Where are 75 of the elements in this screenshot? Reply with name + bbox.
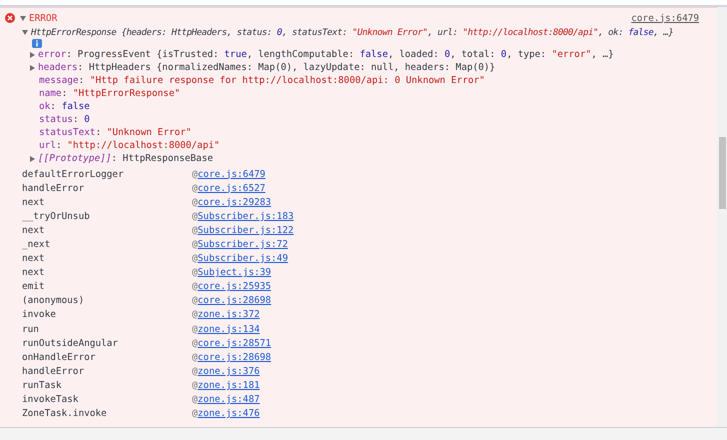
source-link[interactable]: zone.js:487 xyxy=(198,394,260,406)
expand-triangle-icon[interactable] xyxy=(30,156,35,162)
source-link[interactable]: Subscriber.js:72 xyxy=(198,239,288,250)
source-link[interactable]: core.js:6479 xyxy=(198,168,266,180)
at-sign: @ xyxy=(192,239,198,250)
property-line: name: "HttpErrorResponse" xyxy=(39,88,180,99)
at-sign: @ xyxy=(192,196,198,208)
stack-function: _next xyxy=(21,239,52,250)
at-sign: @ xyxy=(192,168,198,180)
source-link[interactable]: core.js:28571 xyxy=(198,338,272,349)
stack-function: handleError xyxy=(21,182,86,194)
source-link[interactable]: zone.js:372 xyxy=(198,309,260,320)
at-sign: @ xyxy=(192,253,198,264)
property-line: message: "Http failure response for http://localhost:8000/api: 0 Unknown Error" xyxy=(39,75,485,86)
scrollbar-thumb[interactable] xyxy=(719,137,726,209)
source-link[interactable]: zone.js:376 xyxy=(198,366,260,377)
source-link[interactable]: core.js:6479 xyxy=(631,12,699,24)
source-link[interactable]: core.js:29283 xyxy=(198,196,272,208)
property-line: [[Prototype]]: HttpResponseBase xyxy=(38,153,213,164)
stack-function: handleError xyxy=(21,366,86,377)
object-summary: HttpErrorResponse {headers: HttpHeaders, status: 0, statusText: "Unknown Error", url: "http://localhost:8000/api", ok: false, …} xyxy=(31,28,674,38)
property-line: status: 0 xyxy=(39,114,90,125)
stack-function: runTask xyxy=(21,380,63,391)
at-sign: @ xyxy=(192,366,198,377)
property-line: url: "http://localhost:8000/api" xyxy=(39,140,220,151)
stack-function: onHandleError xyxy=(21,352,96,363)
message-label: ERROR xyxy=(29,12,58,24)
at-sign: @ xyxy=(192,394,198,406)
at-sign: @ xyxy=(192,380,198,391)
source-link[interactable]: core.js:6527 xyxy=(198,182,266,194)
at-sign: @ xyxy=(192,224,198,236)
source-link[interactable]: Subscriber.js:183 xyxy=(198,210,294,222)
stack-function: runOutsideAngular xyxy=(21,338,119,349)
source-link[interactable]: core.js:28698 xyxy=(198,295,272,306)
property-line: ok: false xyxy=(39,101,90,112)
at-sign: @ xyxy=(192,295,198,306)
at-sign: @ xyxy=(192,338,198,349)
source-link[interactable]: Subscriber.js:122 xyxy=(198,224,294,236)
at-sign: @ xyxy=(192,267,198,278)
stack-function: next xyxy=(21,253,46,264)
expand-triangle-icon[interactable] xyxy=(30,52,35,58)
at-sign: @ xyxy=(192,309,198,320)
at-sign: @ xyxy=(192,408,198,420)
expand-triangle-icon[interactable] xyxy=(22,30,28,35)
error-icon xyxy=(5,13,15,23)
stack-function: run xyxy=(21,324,40,335)
expand-triangle-icon[interactable] xyxy=(20,16,26,20)
property-line: statusText: "Unknown Error" xyxy=(39,127,192,138)
source-link[interactable]: zone.js:476 xyxy=(198,408,260,420)
scrollbar[interactable] xyxy=(717,7,727,427)
stack-function: __tryOrUnsub xyxy=(21,210,91,222)
property-line: headers: HttpHeaders {normalizedNames: Map(0), lazyUpdate: null, headers: Map(0)} xyxy=(38,62,496,73)
at-sign: @ xyxy=(192,324,198,335)
stack-function: (anonymous) xyxy=(21,295,86,306)
stack-function: next xyxy=(21,267,46,278)
stack-function: invokeTask xyxy=(21,394,80,406)
at-sign: @ xyxy=(192,352,198,363)
stack-function: next xyxy=(21,224,46,236)
at-sign: @ xyxy=(192,210,198,222)
stack-function: invoke xyxy=(21,309,57,320)
stack-function: ZoneTask.invoke xyxy=(21,408,108,420)
source-link[interactable]: Subscriber.js:49 xyxy=(198,253,288,264)
info-icon xyxy=(32,39,42,48)
source-link[interactable]: zone.js:181 xyxy=(198,380,260,391)
stack-function: defaultErrorLogger xyxy=(21,168,125,180)
source-link[interactable]: core.js:25935 xyxy=(198,281,272,292)
source-link[interactable]: zone.js:134 xyxy=(198,324,260,335)
expand-triangle-icon[interactable] xyxy=(30,64,35,70)
source-link[interactable]: core.js:28698 xyxy=(198,352,272,363)
at-sign: @ xyxy=(192,182,198,194)
property-line: error: ProgressEvent {isTrusted: true, lengthComputable: false, loaded: 0, total: 0, type: "error", …} xyxy=(38,49,614,60)
stack-function: next xyxy=(21,196,46,208)
source-link[interactable]: Subject.js:39 xyxy=(198,267,272,278)
stack-function: emit xyxy=(21,281,46,292)
at-sign: @ xyxy=(192,281,198,292)
